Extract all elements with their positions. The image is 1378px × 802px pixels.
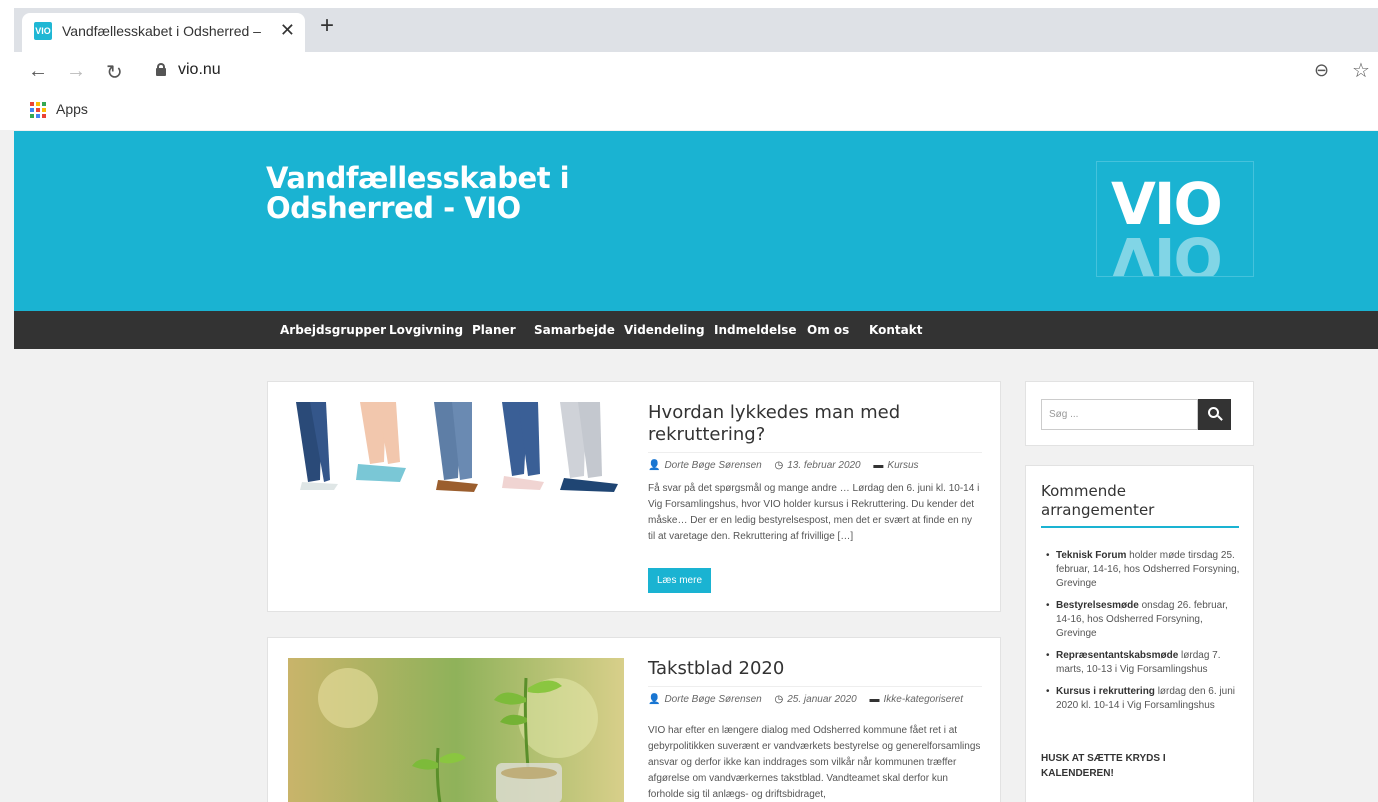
main-nav: Arbejdsgrupper Lovgivning Planer Samarbe… [14,311,1378,349]
list-item: Teknisk Forum holder møde tirsdag 25. fe… [1044,549,1244,591]
zoom-icon[interactable]: ⊖ [1314,60,1329,81]
clock-icon: ◷ [774,460,784,471]
events-list: Teknisk Forum holder møde tirsdag 25. fe… [1044,549,1244,721]
events-widget: Kommende arrangementer Teknisk Forum hol… [1025,465,1254,802]
post-date[interactable]: 13. februar 2020 [787,460,860,471]
post-meta: 👤 Dorte Bøge Sørensen ◷ 13. februar 2020 ▬… [648,452,982,471]
search-button[interactable] [1198,399,1231,430]
address-bar: ← → ↻ vio.nu ⊖ ☆ [0,52,1378,92]
post-date[interactable]: 25. januar 2020 [787,694,857,705]
folder-icon: ▬ [869,694,880,705]
tab-title: Vandfællesskabet i Odsherred – V [62,23,262,39]
back-arrow-icon[interactable]: ← [28,60,48,83]
nav-item-planer[interactable]: Planer [472,323,516,337]
close-tab-icon[interactable]: ✕ [280,20,295,41]
post-category[interactable]: Kursus [887,460,918,471]
site-header: Vandfællesskabet i Odsherred - VIO VIO V… [14,131,1378,311]
forward-arrow-icon[interactable]: → [66,60,86,83]
post-category[interactable]: Ikke-kategoriseret [884,694,963,705]
clock-icon: ◷ [774,694,784,705]
list-item: Kursus i rekruttering lørdag den 6. juni… [1044,685,1244,713]
post-image-coins-plant[interactable] [288,658,624,802]
nav-item-arbejdsgrupper[interactable]: Arbejdsgrupper [280,323,386,337]
url-field[interactable]: vio.nu [178,61,221,79]
bookmark-star-icon[interactable]: ☆ [1352,58,1370,83]
logo-reflection: VIO [1111,224,1221,277]
post-card: Takstblad 2020 👤 Dorte Bøge Sørensen ◷ 25.… [267,637,1001,802]
post-title[interactable]: Hvordan lykkedes man med rekruttering? [648,402,948,446]
read-more-button[interactable]: Læs mere [648,568,712,593]
post-image-legs[interactable] [288,402,626,495]
nav-item-om-os[interactable]: Om os [807,323,849,337]
bookmarks-bar: Apps [0,92,1378,130]
post-title[interactable]: Takstblad 2020 [648,658,948,680]
browser-tabbar: VIO Vandfællesskabet i Odsherred – V ✕ + [0,0,1378,52]
post-excerpt: Få svar på det spørgsmål og mange andre … [648,483,980,542]
reload-icon[interactable]: ↻ [106,60,123,85]
folder-icon: ▬ [873,460,884,471]
nav-item-videndeling[interactable]: Videndeling [624,323,705,337]
nav-item-samarbejde[interactable]: Samarbejde [534,323,615,337]
nav-item-lovgivning[interactable]: Lovgivning [389,323,463,337]
nav-item-indmeldelse[interactable]: Indmeldelse [714,323,796,337]
site-title[interactable]: Vandfællesskabet i Odsherred - VIO [266,163,666,223]
new-tab-icon[interactable]: + [320,12,334,40]
search-input[interactable]: Søg ... [1041,399,1198,430]
list-item: Bestyrelsesmøde onsdag 26. februar, 14-1… [1044,599,1244,641]
author-icon: 👤 [648,694,661,705]
site-logo[interactable]: VIO VIO [1096,161,1254,277]
post-author[interactable]: Dorte Bøge Sørensen [664,694,761,705]
site-favicon-icon: VIO [34,22,52,40]
apps-grid-icon[interactable] [30,102,46,118]
events-title: Kommende arrangementer [1041,482,1239,528]
post-meta: 👤 Dorte Bøge Sørensen ◷ 25. januar 2020 ▬ I… [648,686,982,705]
author-icon: 👤 [648,460,661,471]
browser-tab[interactable]: VIO Vandfællesskabet i Odsherred – V ✕ [22,13,305,52]
lock-icon [156,63,166,76]
calendar-note: HUSK AT SÆTTE KRYDS I KALENDEREN! [1041,753,1166,779]
post-card: Hvordan lykkedes man med rekruttering? 👤… [267,381,1001,612]
search-widget: Søg ... [1025,381,1254,446]
post-excerpt: VIO har efter en længere dialog med Odsh… [648,725,981,800]
list-item: Repræsentantskabsmøde lørdag 7. marts, 1… [1044,649,1244,677]
nav-item-kontakt[interactable]: Kontakt [869,323,922,337]
apps-bookmark[interactable]: Apps [56,101,88,117]
post-author[interactable]: Dorte Bøge Sørensen [664,460,761,471]
